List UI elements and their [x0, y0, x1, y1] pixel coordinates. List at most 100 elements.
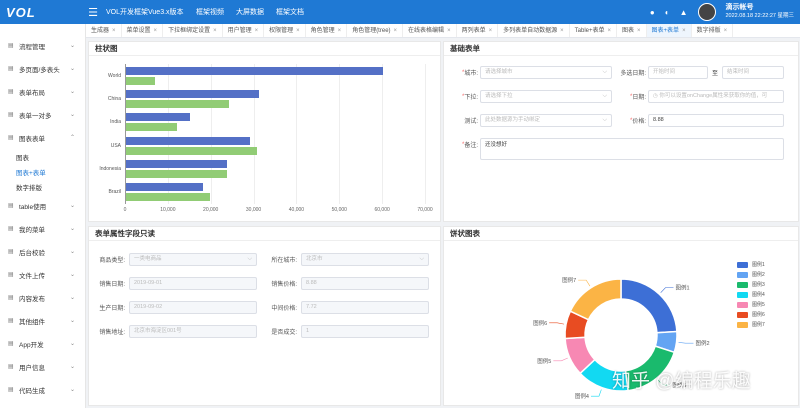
close-icon[interactable]: × — [112, 28, 116, 34]
tab-item[interactable]: 图表 × — [617, 24, 647, 37]
city-select[interactable]: 请选择城市 ⌵ — [480, 66, 612, 79]
sidebar-item[interactable]: ▤ 流程管理 ⌄ — [0, 34, 85, 57]
tab-item[interactable]: 多列表单自动数据源 × — [498, 24, 570, 37]
tab-item[interactable]: 菜单设置 × — [122, 24, 164, 37]
sidebar-item-label: 表单布局 — [19, 89, 45, 97]
close-icon[interactable]: × — [394, 28, 398, 34]
sidebar-item-label: 其他组件 — [19, 318, 45, 326]
legend-item[interactable]: 图例1 — [737, 261, 765, 268]
address-input[interactable]: 北京市海淀区001号 — [129, 325, 257, 338]
chevron-down-icon: ⌵ — [419, 256, 424, 262]
tab-item[interactable]: Table+表单 × — [570, 24, 618, 37]
sidebar-item[interactable]: ▤ 代码生成 ⌄ — [0, 378, 85, 401]
pie-slice[interactable] — [620, 278, 678, 334]
legend-item[interactable]: 图例2 — [737, 271, 765, 278]
close-icon[interactable]: × — [637, 28, 641, 34]
chevron-icon: ⌄ — [69, 341, 75, 347]
sidebar-item[interactable]: ▤ table使用 ⌄ — [0, 194, 85, 217]
menu-item-icon: ▤ — [8, 112, 14, 118]
tab-item[interactable]: 角色管理 × — [306, 24, 348, 37]
bar[interactable] — [126, 170, 227, 178]
close-icon[interactable]: × — [296, 28, 300, 34]
sidebar-item[interactable]: ▤ 用户信息 ⌄ — [0, 355, 85, 378]
city-ro-select[interactable]: 北京市 ⌵ — [301, 253, 429, 266]
menu-toggle-icon[interactable]: ☰ — [86, 6, 100, 19]
bar[interactable] — [126, 66, 384, 75]
bar[interactable] — [126, 113, 191, 122]
bar[interactable] — [126, 183, 204, 192]
top-bar: VOL ☰ VOL开发框架Vue3.x版本 框架视频 大屏数据 框架文档 ● ◐… — [0, 0, 800, 24]
dropdown-select[interactable]: 请选择下拉 ⌵ — [480, 90, 612, 103]
close-icon[interactable]: × — [489, 28, 493, 34]
price-input[interactable]: 8.88 — [648, 114, 784, 127]
sidebar-item[interactable]: ▤ 表单布局 ⌄ — [0, 80, 85, 103]
theme-icon[interactable]: ◐ — [665, 8, 670, 17]
tab-item[interactable]: 角色管理(tree) × — [347, 24, 404, 37]
legend-item[interactable]: 图例5 — [737, 301, 765, 308]
close-icon[interactable]: × — [213, 28, 217, 34]
avatar[interactable] — [697, 3, 716, 21]
sale-date-input[interactable]: 2019-09-01 — [129, 277, 257, 290]
sale-price-input[interactable]: 8.88 — [301, 277, 429, 290]
tab-item[interactable]: 图表+表单 × — [646, 24, 692, 37]
bar[interactable] — [126, 136, 251, 145]
tab-item[interactable]: 权限管理 × — [264, 24, 306, 37]
sidebar-subitem[interactable]: 图表+表单 — [0, 164, 85, 179]
sidebar-subitem[interactable]: 数字排版 — [0, 179, 85, 194]
prod-date-input[interactable]: 2019-09-02 — [129, 301, 257, 314]
sidebar-item[interactable]: ▤ 我的菜单 ⌄ — [0, 217, 85, 240]
sidebar-item[interactable]: ▤ 图表表单 ⌃ — [0, 126, 85, 149]
close-icon[interactable]: × — [608, 28, 612, 34]
bar[interactable] — [126, 193, 210, 202]
close-icon[interactable]: × — [560, 28, 564, 34]
sidebar-subitem[interactable]: 图表 — [0, 149, 85, 164]
sidebar-item[interactable]: ▤ 内容发布 ⌄ — [0, 286, 85, 309]
bar[interactable] — [126, 76, 156, 85]
deal-input[interactable]: 1 — [301, 325, 429, 338]
sidebar-item[interactable]: ▤ 表单一对多 ⌄ — [0, 103, 85, 126]
legend-swatch — [737, 271, 748, 278]
nav-link-docs[interactable]: 框架文档 — [276, 7, 304, 17]
user-info[interactable]: 滴示帐号 2022.08.18 22:22:27 星期三 — [726, 4, 795, 20]
bar[interactable] — [126, 90, 259, 98]
legend-item[interactable]: 图例7 — [737, 321, 765, 328]
pie-slice[interactable] — [569, 278, 622, 321]
close-icon[interactable]: × — [255, 28, 259, 34]
bell-icon[interactable]: ▲ — [680, 8, 688, 17]
close-icon[interactable]: × — [682, 28, 686, 34]
legend-item[interactable]: 图例6 — [737, 311, 765, 318]
sidebar-item[interactable]: ▤ 其他组件 ⌄ — [0, 309, 85, 332]
sidebar-item[interactable]: ▤ 后台校验 ⌄ — [0, 240, 85, 263]
app-logo[interactable]: VOL — [0, 0, 86, 24]
sidebar-item[interactable]: ▤ 文件上传 ⌄ — [0, 263, 85, 286]
tab-item[interactable]: 两列表单 × — [457, 24, 499, 37]
remark-textarea[interactable]: 还没想好 — [480, 138, 784, 160]
bar[interactable] — [126, 100, 229, 108]
mid-price-input[interactable]: 7.72 — [301, 301, 429, 314]
sidebar-item[interactable]: ▤ App开发 ⌄ — [0, 332, 85, 355]
close-icon[interactable]: × — [154, 28, 158, 34]
close-icon[interactable]: × — [447, 28, 451, 34]
sidebar-item[interactable]: ▤ 多页面/多表头 ⌄ — [0, 57, 85, 80]
tab-item[interactable]: 在线表格编辑 × — [403, 24, 457, 37]
nav-link-video[interactable]: 框架视频 — [196, 7, 224, 17]
tab-item[interactable]: 用户管理 × — [223, 24, 265, 37]
close-icon[interactable]: × — [724, 28, 728, 34]
legend-item[interactable]: 图例4 — [737, 291, 765, 298]
product-type-select[interactable]: 一类电商品 ⌵ — [129, 253, 257, 266]
end-date-input[interactable]: 结束时间 — [722, 66, 784, 79]
bar[interactable] — [126, 123, 178, 132]
date-input[interactable]: ◷ 你可以设置onChange属性来获取你的值，可 — [648, 90, 784, 103]
close-icon[interactable]: × — [338, 28, 342, 34]
legend-item[interactable]: 图例3 — [737, 281, 765, 288]
bar[interactable] — [126, 160, 227, 168]
tab-item[interactable]: 生成器 × — [86, 24, 122, 37]
menu-item-icon: ▤ — [8, 89, 14, 95]
tab-item[interactable]: 数字排版 × — [692, 24, 734, 37]
nav-link-bigscreen[interactable]: 大屏数据 — [236, 7, 264, 17]
tab-item[interactable]: 下拉框绑定设置 × — [163, 24, 223, 37]
test-select[interactable]: 此处数据源为手动绑定 ⌵ — [480, 114, 612, 127]
bar[interactable] — [126, 146, 257, 155]
user-icon[interactable]: ● — [650, 8, 655, 17]
start-date-input[interactable]: 开始时间 — [648, 66, 708, 79]
